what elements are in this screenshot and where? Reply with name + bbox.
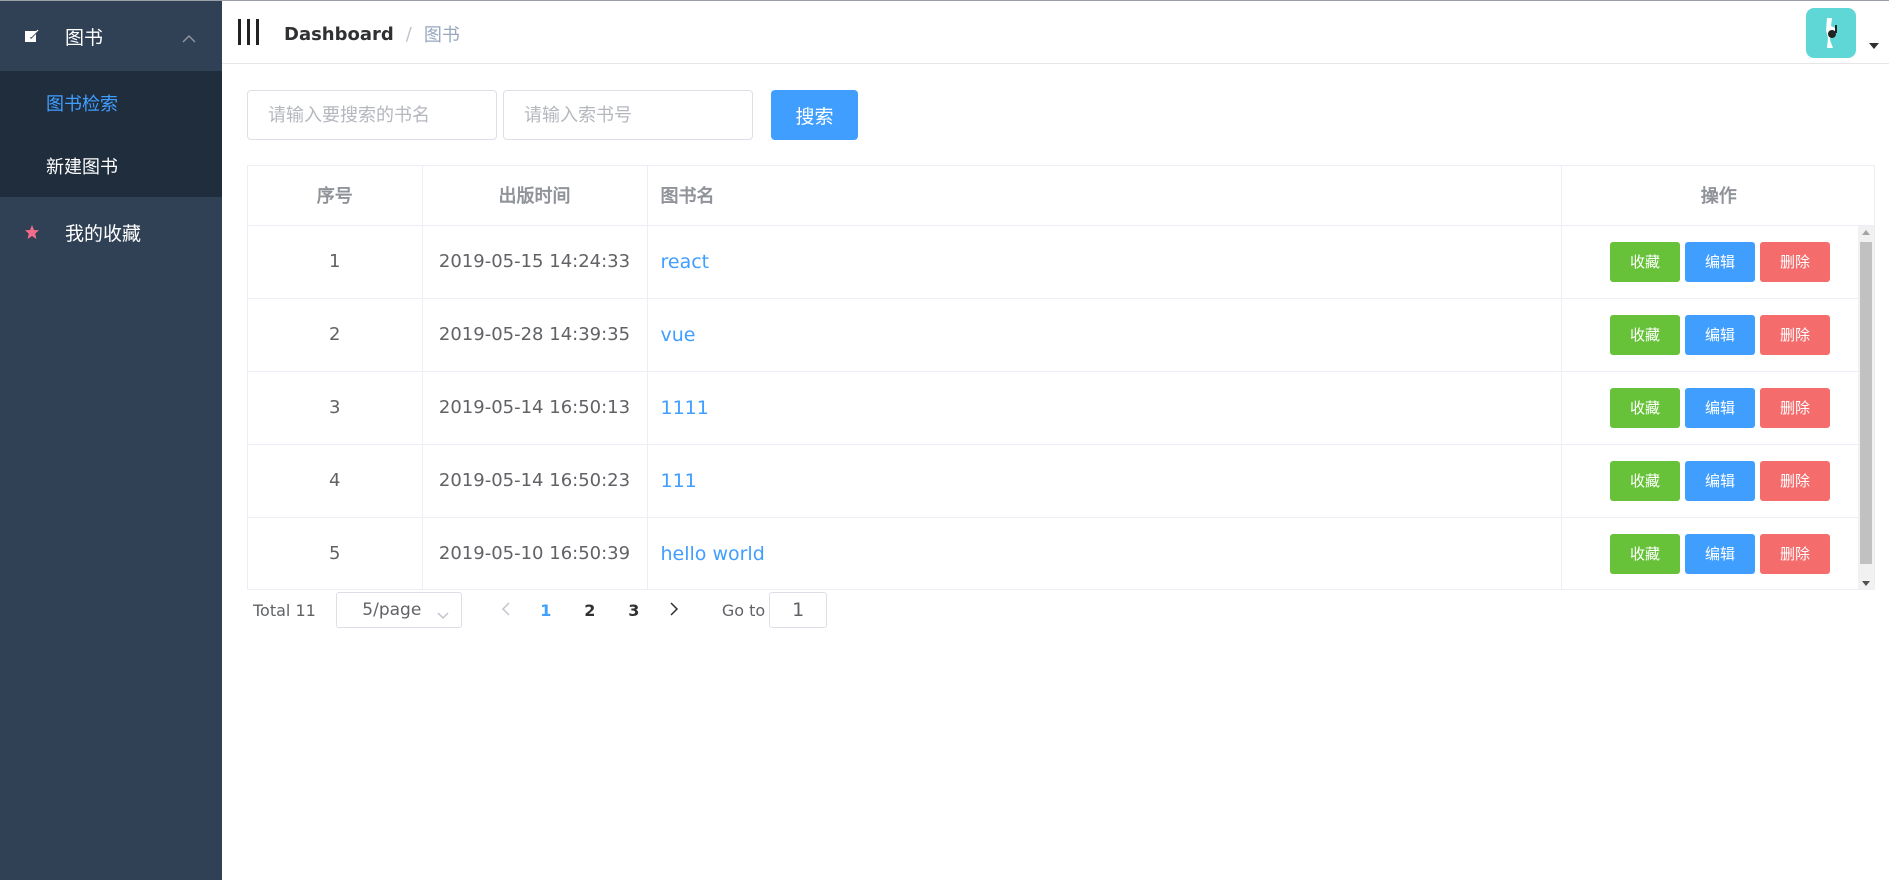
edit-icon bbox=[24, 28, 40, 44]
call-number-search-input[interactable] bbox=[503, 90, 753, 140]
favorite-button[interactable]: 收藏 bbox=[1610, 314, 1680, 355]
page-number-3[interactable]: 3 bbox=[612, 601, 656, 620]
goto-label: Go to bbox=[721, 600, 766, 620]
row-index: 4 bbox=[248, 444, 423, 518]
delete-button[interactable]: 删除 bbox=[1760, 314, 1830, 355]
books-menu[interactable]: 图书 bbox=[0, 1, 222, 71]
row-date: 2019-05-10 16:50:39 bbox=[422, 517, 648, 589]
chevron-down-icon bbox=[437, 605, 449, 625]
avatar-image bbox=[1826, 18, 1837, 48]
favorite-button[interactable]: 收藏 bbox=[1610, 241, 1680, 282]
edit-button[interactable]: 编辑 bbox=[1685, 460, 1755, 501]
sidebar-item-label: 我的收藏 bbox=[65, 222, 142, 245]
books-table: 序号 出版时间 图书名 操作 1 2019-05-15 14:24:33 rea… bbox=[247, 165, 1875, 590]
table-row: 1 2019-05-15 14:24:33 react 收藏 编辑 删除 bbox=[248, 225, 1874, 299]
goto-page: Go to bbox=[721, 592, 828, 628]
table-scrollbar[interactable] bbox=[1858, 226, 1874, 589]
sidebar-item-favorites[interactable]: 我的收藏 bbox=[0, 197, 222, 267]
row-date: 2019-05-15 14:24:33 bbox=[422, 225, 648, 299]
breadcrumb-current: 图书 bbox=[423, 25, 460, 46]
book-name-search-input[interactable] bbox=[247, 90, 497, 140]
row-index: 3 bbox=[248, 371, 423, 445]
book-name-link[interactable]: hello world bbox=[661, 543, 765, 565]
caret-down-icon[interactable] bbox=[1869, 43, 1879, 49]
prev-page-button[interactable] bbox=[488, 601, 524, 620]
favorite-button[interactable]: 收藏 bbox=[1610, 460, 1680, 501]
row-index: 1 bbox=[248, 225, 423, 299]
book-name-link[interactable]: 111 bbox=[661, 470, 697, 492]
row-date: 2019-05-14 16:50:13 bbox=[422, 371, 648, 445]
header-index: 序号 bbox=[248, 166, 423, 226]
edit-button[interactable]: 编辑 bbox=[1685, 387, 1755, 428]
favorite-button[interactable]: 收藏 bbox=[1610, 533, 1680, 574]
table-header-row: 序号 出版时间 图书名 操作 bbox=[248, 166, 1874, 226]
table-row: 2 2019-05-28 14:39:35 vue 收藏 编辑 删除 bbox=[248, 298, 1874, 372]
row-index: 5 bbox=[248, 517, 423, 589]
header-publish-time: 出版时间 bbox=[422, 166, 648, 226]
row-date: 2019-05-28 14:39:35 bbox=[422, 298, 648, 372]
books-menu-label: 图书 bbox=[65, 26, 104, 49]
next-page-button[interactable] bbox=[656, 601, 692, 620]
sidebar: 图书 图书检索 新建图书 我的收藏 bbox=[0, 1, 222, 880]
delete-button[interactable]: 删除 bbox=[1760, 387, 1830, 428]
scroll-up-icon[interactable] bbox=[1862, 230, 1870, 235]
sidebar-item-label: 图书检索 bbox=[46, 93, 118, 115]
edit-button[interactable]: 编辑 bbox=[1685, 241, 1755, 282]
book-name-link[interactable]: react bbox=[661, 251, 710, 273]
page-number-1[interactable]: 1 bbox=[524, 601, 568, 620]
table-row: 3 2019-05-14 16:50:13 1111 收藏 编辑 删除 bbox=[248, 371, 1874, 445]
chevron-left-icon bbox=[501, 601, 510, 616]
books-submenu: 图书检索 新建图书 bbox=[0, 71, 222, 197]
header-actions: 操作 bbox=[1561, 166, 1874, 226]
row-date: 2019-05-14 16:50:23 bbox=[422, 444, 648, 518]
scroll-down-icon[interactable] bbox=[1862, 581, 1870, 586]
pagination: Total 11 5/page 1 2 3 Go to bbox=[247, 592, 828, 628]
page-number-2[interactable]: 2 bbox=[568, 601, 612, 620]
edit-button[interactable]: 编辑 bbox=[1685, 314, 1755, 355]
table-row: 4 2019-05-14 16:50:23 111 收藏 编辑 删除 bbox=[248, 444, 1874, 518]
hamburger-icon[interactable] bbox=[238, 19, 259, 45]
book-name-link[interactable]: 1111 bbox=[661, 397, 709, 419]
page-size-select[interactable]: 5/page bbox=[335, 592, 462, 628]
delete-button[interactable]: 删除 bbox=[1760, 241, 1830, 282]
star-icon bbox=[24, 224, 40, 240]
search-button[interactable]: 搜索 bbox=[771, 90, 858, 140]
sidebar-item-new-book[interactable]: 新建图书 bbox=[0, 134, 222, 197]
favorite-button[interactable]: 收藏 bbox=[1610, 387, 1680, 428]
sidebar-item-label: 新建图书 bbox=[46, 156, 118, 178]
goto-page-input[interactable] bbox=[769, 592, 828, 628]
sidebar-item-book-search[interactable]: 图书检索 bbox=[0, 71, 222, 134]
chevron-right-icon bbox=[670, 601, 678, 616]
breadcrumb-home[interactable]: Dashboard bbox=[284, 24, 394, 45]
breadcrumb: Dashboard / 图书 bbox=[284, 21, 460, 47]
book-name-link[interactable]: vue bbox=[661, 324, 696, 346]
edit-button[interactable]: 编辑 bbox=[1685, 533, 1755, 574]
navbar: Dashboard / 图书 bbox=[222, 1, 1889, 64]
table-row: 5 2019-05-10 16:50:39 hello world 收藏 编辑 … bbox=[248, 517, 1874, 589]
breadcrumb-separator: / bbox=[405, 23, 412, 45]
delete-button[interactable]: 删除 bbox=[1760, 533, 1830, 574]
pagination-total: Total 11 bbox=[253, 600, 316, 620]
header-book-name: 图书名 bbox=[647, 166, 1562, 226]
delete-button[interactable]: 删除 bbox=[1760, 460, 1830, 501]
chevron-up-icon bbox=[182, 27, 196, 49]
page-size-value: 5/page bbox=[362, 600, 422, 620]
row-index: 2 bbox=[248, 298, 423, 372]
scrollbar-thumb[interactable] bbox=[1860, 242, 1872, 564]
avatar[interactable] bbox=[1806, 8, 1856, 58]
